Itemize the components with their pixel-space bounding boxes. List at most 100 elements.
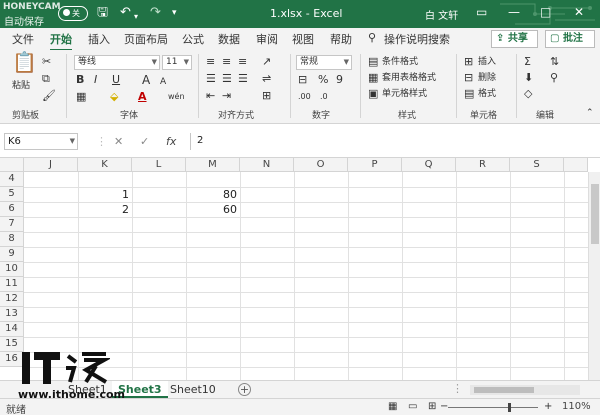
column-header-j[interactable]: J (24, 158, 78, 172)
autosave-toggle[interactable]: 关 (58, 6, 88, 21)
tab-data[interactable]: 数据 (218, 31, 240, 47)
column-header-k[interactable]: K (78, 158, 132, 172)
save-icon[interactable]: 🖫 (97, 5, 108, 21)
tab-file[interactable]: 文件 (12, 31, 34, 47)
cell-k5[interactable]: 1 (78, 187, 132, 202)
row-header-5[interactable]: 5 (0, 187, 24, 202)
font-color-icon[interactable]: A (138, 90, 147, 104)
column-header-r[interactable]: R (456, 158, 510, 172)
customize-toolbar-icon[interactable]: ▾ (172, 5, 177, 21)
vertical-scrollbar[interactable] (588, 172, 600, 380)
confirm-icon[interactable]: ✓ (140, 135, 149, 148)
shrink-font-button[interactable]: A (160, 75, 166, 89)
row-header-6[interactable]: 6 (0, 202, 24, 217)
bold-button[interactable]: B (76, 73, 84, 87)
table-format-icon[interactable]: ▦ (368, 71, 378, 85)
borders-icon[interactable]: ▦ (76, 90, 86, 104)
zoom-level[interactable]: 110% (562, 401, 591, 412)
row-header-10[interactable]: 10 (0, 262, 24, 277)
format-painter-icon[interactable]: 🖌 (42, 89, 56, 103)
horizontal-scrollbar[interactable] (470, 385, 580, 395)
delete-cells-icon[interactable]: ⊟ (464, 71, 473, 85)
percent-icon[interactable]: % (318, 73, 328, 87)
decrease-decimal-icon[interactable]: .0 (320, 90, 328, 104)
page-break-view-icon[interactable]: ⊞ (428, 400, 436, 414)
merge-center-icon[interactable]: ⊞ (262, 89, 271, 103)
zoom-slider-knob[interactable] (508, 403, 511, 412)
formula-bar-grip-icon[interactable]: ⋮ (96, 135, 107, 148)
collapse-ribbon-icon[interactable]: ⌃ (586, 106, 594, 120)
tab-insert[interactable]: 插入 (88, 31, 110, 47)
close-icon[interactable]: ✕ (574, 5, 584, 19)
row-header-11[interactable]: 11 (0, 277, 24, 292)
column-header-m[interactable]: M (186, 158, 240, 172)
font-size-combo[interactable]: 11 ▼ (162, 55, 192, 70)
row-header-7[interactable]: 7 (0, 217, 24, 232)
paste-icon[interactable]: 📋 (12, 52, 37, 72)
page-layout-view-icon[interactable]: ▭ (408, 400, 417, 414)
cell-m6[interactable]: 60 (186, 202, 240, 217)
zoom-in-icon[interactable]: + (544, 400, 552, 414)
column-header-o[interactable]: O (294, 158, 348, 172)
horizontal-scroll-thumb[interactable] (474, 387, 534, 393)
name-box[interactable]: K6 ▼ (4, 133, 78, 150)
add-sheet-icon[interactable]: + (238, 383, 251, 396)
undo-icon[interactable]: ↶ (120, 5, 131, 21)
normal-view-icon[interactable]: ▦ (388, 400, 397, 414)
zoom-slider[interactable] (448, 407, 538, 408)
column-header-q[interactable]: Q (402, 158, 456, 172)
format-cells-icon[interactable]: ▤ (464, 87, 474, 101)
vertical-scroll-thumb[interactable] (591, 184, 599, 244)
wrap-text-icon[interactable]: ⇌ (262, 72, 271, 86)
fill-color-icon[interactable]: ⬙ (110, 90, 118, 104)
search-icon[interactable]: ⚲ (368, 31, 376, 44)
row-header-9[interactable]: 9 (0, 247, 24, 262)
tab-review[interactable]: 审阅 (256, 31, 278, 47)
column-header-p[interactable]: P (348, 158, 402, 172)
align-left-icon[interactable]: ☰ (206, 72, 216, 86)
cell-m5[interactable]: 80 (186, 187, 240, 202)
number-format-combo[interactable]: 常规 ▼ (296, 55, 352, 70)
share-button[interactable]: ⇪ 共享 (491, 30, 538, 48)
column-header-l[interactable]: L (132, 158, 186, 172)
paste-label[interactable]: 粘贴 (12, 80, 30, 93)
align-center-icon[interactable]: ☰ (222, 72, 232, 86)
formula-input[interactable]: 2 (190, 133, 596, 150)
row-header-13[interactable]: 13 (0, 307, 24, 322)
cut-icon[interactable]: ✂ (42, 55, 51, 69)
italic-button[interactable]: I (94, 73, 97, 87)
select-all-corner[interactable] (0, 158, 24, 172)
tab-home[interactable]: 开始 (50, 31, 72, 51)
undo-dropdown-icon[interactable]: ▾ (134, 9, 138, 25)
user-name[interactable]: 白 文轩 (425, 7, 458, 22)
orientation-icon[interactable]: ↗ (262, 55, 271, 69)
delete-cells-button[interactable]: 删除 (478, 72, 496, 85)
tab-page-layout[interactable]: 页面布局 (124, 31, 168, 47)
sheet-tab-sheet10[interactable]: Sheet10 (164, 381, 222, 398)
worksheet-grid[interactable]: J K L M N O P Q R S 4 5 6 7 8 9 10 11 12… (0, 158, 600, 380)
comments-button[interactable]: ▢ 批注 (545, 30, 595, 48)
find-select-icon[interactable]: ⚲ (550, 71, 558, 85)
align-right-icon[interactable]: ☰ (238, 72, 248, 86)
conditional-format-button[interactable]: 条件格式 (382, 56, 418, 69)
increase-indent-icon[interactable]: ⇥ (222, 89, 231, 103)
cell-style-button[interactable]: 单元格样式 (382, 88, 427, 101)
insert-cells-icon[interactable]: ⊞ (464, 55, 473, 69)
format-cells-button[interactable]: 格式 (478, 88, 496, 101)
cell-k6[interactable]: 2 (78, 202, 132, 217)
tab-view[interactable]: 视图 (292, 31, 314, 47)
redo-icon[interactable]: ↷ (150, 5, 161, 21)
font-name-combo[interactable]: 等线 ▼ (74, 55, 160, 70)
tab-help[interactable]: 帮助 (330, 31, 352, 47)
maximize-icon[interactable]: □ (540, 5, 551, 19)
fill-icon[interactable]: ⬇ (524, 71, 533, 85)
sort-filter-icon[interactable]: ⇅ (550, 55, 559, 69)
row-header-4[interactable]: 4 (0, 172, 24, 187)
tell-me-search[interactable]: 操作说明搜索 (384, 31, 450, 47)
accounting-format-icon[interactable]: ⊟ (298, 73, 307, 87)
clear-icon[interactable]: ◇ (524, 87, 532, 101)
conditional-format-icon[interactable]: ▤ (368, 55, 378, 69)
align-middle-icon[interactable]: ≡ (222, 55, 231, 69)
grow-font-button[interactable]: A (142, 73, 150, 87)
decrease-indent-icon[interactable]: ⇤ (206, 89, 215, 103)
